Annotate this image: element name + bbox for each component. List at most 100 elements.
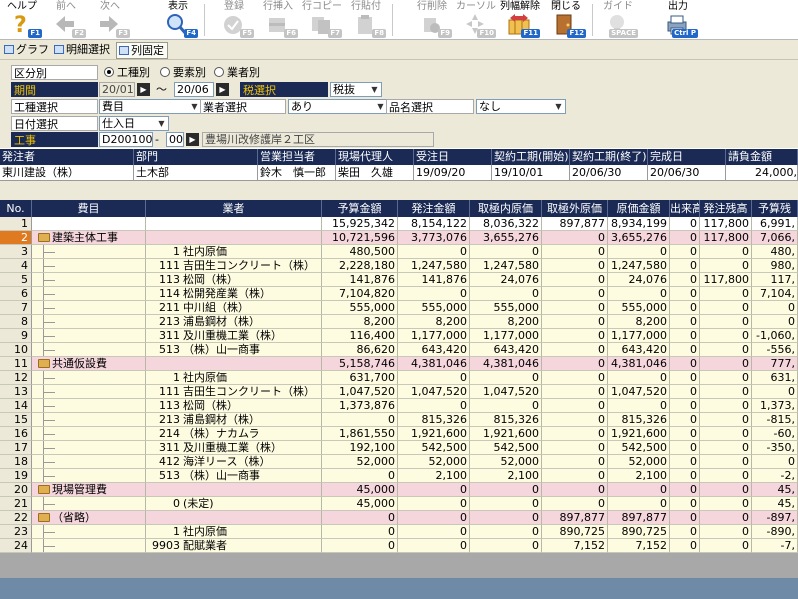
amount-cell[interactable]: 0	[542, 399, 608, 413]
amount-cell[interactable]: 0	[608, 483, 670, 497]
amount-cell[interactable]: 1,047,520	[322, 385, 398, 399]
grid-header-cell[interactable]: 発注残高	[700, 200, 752, 217]
amount-cell[interactable]: 1,373,	[752, 399, 798, 413]
amount-cell[interactable]: -2,	[752, 469, 798, 483]
amount-cell[interactable]: 1,047,520	[470, 385, 542, 399]
table-row[interactable]: 10 513 （株）山一商事 86,620 643,420 643,420 0 643,420…	[0, 343, 798, 357]
gyosha-cell[interactable]: 214 （株）ナカムラ	[146, 427, 322, 441]
amount-cell[interactable]: 8,036,322	[470, 217, 542, 231]
amount-cell[interactable]: 117,800	[700, 217, 752, 231]
cost-grid[interactable]: No.費目業者予算金額発注金額取極内原価取極外原価原価金額出来高金額発注残高予算…	[0, 200, 798, 578]
amount-cell[interactable]: 0	[670, 329, 700, 343]
amount-cell[interactable]: 141,876	[398, 273, 470, 287]
table-row[interactable]: 17 311 及川重機工業（株） 192,100 542,500 542,500 0 542,…	[0, 441, 798, 455]
amount-cell[interactable]: 0	[670, 413, 700, 427]
toolbar-button-row-insert[interactable]: 行挿入 F6	[258, 0, 298, 40]
himoku-cell[interactable]: 建築主体工事	[32, 231, 146, 245]
amount-cell[interactable]: 0	[398, 287, 470, 301]
gyosha-cell[interactable]: 9903 配賦業者	[146, 539, 322, 553]
amount-cell[interactable]: 0	[542, 427, 608, 441]
amount-cell[interactable]: 0	[752, 315, 798, 329]
row-number[interactable]: 13	[0, 385, 32, 399]
period-from-picker-icon[interactable]: ▶	[137, 83, 150, 96]
grid-header-cell[interactable]: 費目	[32, 200, 146, 217]
amount-cell[interactable]: 542,500	[608, 441, 670, 455]
amount-cell[interactable]: 0	[398, 399, 470, 413]
grid-header-cell[interactable]: 予算金額	[322, 200, 398, 217]
amount-cell[interactable]: 0	[670, 357, 700, 371]
amount-cell[interactable]: 0	[700, 483, 752, 497]
toolbar-button-guide-bulb[interactable]: ガイド SPACE	[598, 0, 638, 40]
amount-cell[interactable]: 0	[542, 483, 608, 497]
table-row[interactable]: 5 113 松岡（株） 141,876 141,876 24,076 0 24,076 0 117…	[0, 273, 798, 287]
amount-cell[interactable]: 0	[700, 427, 752, 441]
amount-cell[interactable]: 0	[470, 511, 542, 525]
amount-cell[interactable]: 555,000	[322, 301, 398, 315]
himoku-cell[interactable]: 現場管理費	[32, 483, 146, 497]
amount-cell[interactable]: 0	[670, 455, 700, 469]
amount-cell[interactable]: 0	[700, 357, 752, 371]
amount-cell[interactable]: 0	[322, 525, 398, 539]
grid-header-cell[interactable]: No.	[0, 200, 32, 217]
radio-yoso[interactable]: 要素別	[160, 65, 206, 80]
toolbar-button-row-paste[interactable]: 行貼付 F8	[346, 0, 386, 40]
amount-cell[interactable]: 1,177,000	[470, 329, 542, 343]
amount-cell[interactable]: 1,247,580	[470, 259, 542, 273]
table-row[interactable]: 6 114 松開発産業（株） 7,104,820 0 0 0 0 0 0 7,104,	[0, 287, 798, 301]
table-row[interactable]: 3 1 社内原価 480,500 0 0 0 0 0 0 480,	[0, 245, 798, 259]
gyosha-cell[interactable]: 412 海洋リース（株）	[146, 455, 322, 469]
period-to-field[interactable]: 20/06	[174, 82, 214, 97]
row-number[interactable]: 18	[0, 455, 32, 469]
amount-cell[interactable]: 815,326	[398, 413, 470, 427]
himoku-cell[interactable]	[32, 469, 146, 483]
gyosha-cell[interactable]	[146, 511, 322, 525]
amount-cell[interactable]: 0	[608, 371, 670, 385]
row-number[interactable]: 2	[0, 231, 32, 245]
toolbar-button-forward-arrow[interactable]: 次へ F3	[90, 0, 130, 40]
amount-cell[interactable]: -1,060,	[752, 329, 798, 343]
amount-cell[interactable]: -897,	[752, 511, 798, 525]
amount-cell[interactable]: 45,	[752, 483, 798, 497]
amount-cell[interactable]: 52,000	[322, 455, 398, 469]
himoku-cell[interactable]	[32, 413, 146, 427]
table-row[interactable]: 7 211 中川組（株） 555,000 555,000 555,000 0 555,000 0…	[0, 301, 798, 315]
amount-cell[interactable]: 0	[700, 343, 752, 357]
himoku-cell[interactable]	[32, 371, 146, 385]
amount-cell[interactable]: 777,	[752, 357, 798, 371]
amount-cell[interactable]: 0	[470, 287, 542, 301]
row-number[interactable]: 7	[0, 301, 32, 315]
amount-cell[interactable]: 0	[608, 287, 670, 301]
grid-header-cell[interactable]: 取極内原価	[470, 200, 542, 217]
row-number[interactable]: 11	[0, 357, 32, 371]
amount-cell[interactable]: 0	[398, 483, 470, 497]
row-number[interactable]: 8	[0, 315, 32, 329]
himoku-cell[interactable]	[32, 427, 146, 441]
amount-cell[interactable]: 0	[322, 511, 398, 525]
himoku-cell[interactable]	[32, 287, 146, 301]
amount-cell[interactable]: 0	[670, 343, 700, 357]
amount-cell[interactable]: 45,000	[322, 497, 398, 511]
amount-cell[interactable]: 0	[542, 301, 608, 315]
row-number[interactable]: 5	[0, 273, 32, 287]
amount-cell[interactable]: 7,104,	[752, 287, 798, 301]
amount-cell[interactable]: -815,	[752, 413, 798, 427]
amount-cell[interactable]: 8,200	[608, 315, 670, 329]
amount-cell[interactable]: 6,991,	[752, 217, 798, 231]
amount-cell[interactable]: 45,	[752, 497, 798, 511]
amount-cell[interactable]: 0	[542, 231, 608, 245]
amount-cell[interactable]: 0	[398, 525, 470, 539]
amount-cell[interactable]: 8,934,199	[608, 217, 670, 231]
himoku-cell[interactable]	[32, 301, 146, 315]
himoku-cell[interactable]	[32, 399, 146, 413]
row-number[interactable]: 15	[0, 413, 32, 427]
gyosha-cell[interactable]: 513 （株）山一商事	[146, 343, 322, 357]
amount-cell[interactable]: 0	[700, 413, 752, 427]
amount-cell[interactable]: 86,620	[322, 343, 398, 357]
amount-cell[interactable]: 8,200	[398, 315, 470, 329]
amount-cell[interactable]: 0	[752, 301, 798, 315]
himoku-cell[interactable]	[32, 315, 146, 329]
amount-cell[interactable]: 0	[542, 469, 608, 483]
amount-cell[interactable]: 117,800	[700, 273, 752, 287]
amount-cell[interactable]: 24,076	[470, 273, 542, 287]
amount-cell[interactable]: 4,381,046	[470, 357, 542, 371]
